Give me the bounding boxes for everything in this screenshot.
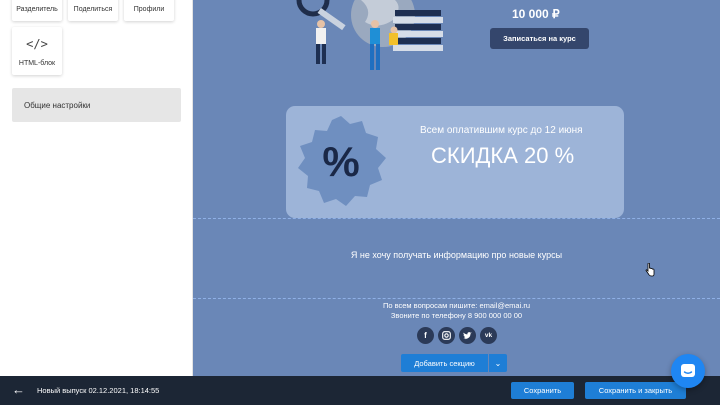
html-block-label: HTML-блок [18,60,56,67]
add-section-button[interactable]: Добавить секцию [401,354,488,372]
general-settings-label: Общие настройки [24,100,91,110]
issue-title: Новый выпуск 02.12.2021, 18:14:55 [37,386,160,395]
divider-block-tile[interactable]: Разделитель [12,0,62,21]
enroll-button[interactable]: Записаться на курс [490,28,589,49]
editor-bottom-bar: ← Новый выпуск 02.12.2021, 18:14:55 Сохр… [0,376,720,405]
mouse-cursor-icon [645,263,655,277]
back-arrow-icon[interactable]: ← [12,382,25,397]
social-icons-row: f vk [417,327,497,344]
vk-icon[interactable]: vk [480,327,497,344]
course-illustration [296,0,443,70]
svg-text:%: % [322,138,359,185]
promo-title: СКИДКА 20 % [431,143,575,168]
profiles-block-tile[interactable]: Профили [124,0,174,21]
html-block-tile[interactable]: </> HTML-блок [12,27,62,75]
code-icon: </> [26,37,48,51]
save-and-close-button[interactable]: Сохранить и закрыть [585,382,686,399]
profiles-block-label: Профили [133,6,165,13]
course-price: 10 000 ₽ [512,7,560,21]
chat-widget-button[interactable] [671,354,705,388]
facebook-icon[interactable]: f [417,327,434,344]
divider-block-label: Разделитель [16,6,58,13]
discount-promo-card: % Всем оплатившим курс до 12 июня СКИДКА… [286,106,624,218]
share-block-tile[interactable]: Поделиться [68,0,118,21]
add-section-control[interactable]: Добавить секцию ⌄ [401,354,507,372]
email-canvas: 10 000 ₽ Записаться на курс % Всем оплат… [193,0,720,376]
twitter-icon[interactable] [459,327,476,344]
promo-subtitle: Всем оплатившим курс до 12 июня [420,125,583,136]
general-settings-item[interactable]: Общие настройки [12,88,181,122]
chevron-down-icon[interactable]: ⌄ [489,354,507,372]
footer-contact-phone: Звоните по телефону 8 900 000 00 00 [390,311,523,320]
discount-badge-icon: % [298,116,386,206]
unsubscribe-link[interactable]: Я не хочу получать информацию про новые … [193,250,720,260]
share-block-label: Поделиться [73,6,113,13]
instagram-icon[interactable] [438,327,455,344]
blocks-sidebar: Разделитель Поделиться Профили </> HTML-… [0,0,193,376]
save-button[interactable]: Сохранить [511,382,574,399]
chat-icon [681,364,695,377]
footer-contact-email: По всем вопросам пишите: email@emai.ru [382,301,531,310]
